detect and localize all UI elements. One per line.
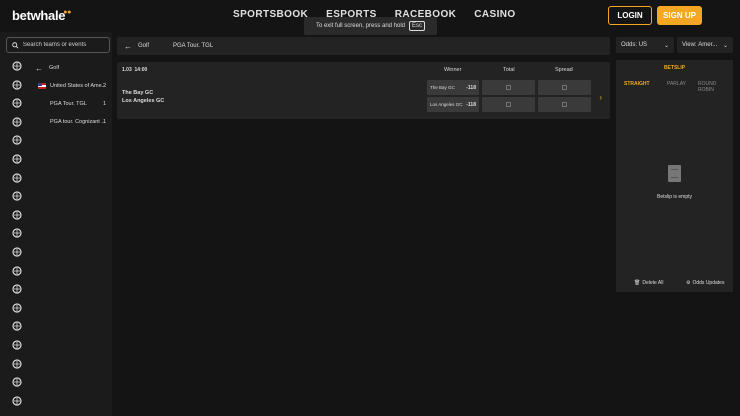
odd-team-label: The Bay GC — [430, 85, 455, 90]
sidebar-back-label: Golf — [49, 65, 60, 71]
cycling-icon[interactable] — [11, 376, 23, 388]
brand-logo[interactable]: betwhale●● — [12, 8, 73, 23]
esc-key-badge: Esc — [409, 21, 426, 31]
cricket-icon[interactable] — [11, 265, 23, 277]
event-date: 1.03 — [122, 67, 132, 73]
column-header-winner: Winner — [444, 67, 462, 73]
gear-icon: ⚙ — [686, 280, 691, 286]
chevron-down-icon: ⌄ — [663, 42, 669, 49]
total-odd-home-locked[interactable] — [482, 80, 535, 95]
lock-icon — [562, 85, 567, 90]
sidebar-item-label: United States of Ame... — [50, 83, 107, 89]
nav-sportsbook[interactable]: SPORTSBOOK — [233, 9, 308, 20]
league-header: ← Golf PGA Tour. TGL — [117, 37, 610, 55]
fullscreen-notice-text: To exit full screen, press and hold — [315, 23, 406, 29]
fullscreen-notice: To exit full screen, press and hold Esc — [304, 17, 437, 35]
total-odd-away-locked[interactable] — [482, 97, 535, 112]
column-header-spread: Spread — [555, 67, 573, 73]
volleyball-icon[interactable] — [11, 190, 23, 202]
event-time: 14:00 — [134, 67, 148, 73]
athletics-icon[interactable] — [11, 339, 23, 351]
betslip-empty-text: Betslip is empty — [656, 194, 692, 200]
odds-format-value: US — [638, 42, 648, 48]
login-button[interactable]: LOGIN — [608, 6, 652, 25]
nav-casino[interactable]: CASINO — [474, 9, 515, 20]
tennis-icon[interactable] — [11, 116, 23, 128]
sidebar-back-golf[interactable]: ← Golf — [28, 61, 110, 75]
sidebar-item-count: 1 — [102, 119, 106, 125]
event-card: 1.03 14:00 Winner Total Spread The Bay G… — [117, 62, 610, 119]
lock-icon — [506, 102, 511, 107]
soccer-icon[interactable] — [11, 79, 23, 91]
sidebar-item-count: 1 — [102, 101, 106, 107]
lock-icon — [562, 102, 567, 107]
us-flag-icon — [38, 83, 46, 89]
basketball-icon[interactable] — [11, 97, 23, 109]
mma-icon[interactable] — [11, 227, 23, 239]
betslip-title: BETSLIP — [663, 65, 686, 71]
winner-odd-away[interactable]: Los Angeles GC -118 — [427, 97, 479, 112]
trophy-icon[interactable] — [11, 302, 23, 314]
search-box[interactable] — [6, 37, 110, 53]
odds-format-label: Odds: — [621, 42, 638, 48]
tab-parlay[interactable]: PARLAY — [667, 81, 686, 87]
odd-price: -118 — [466, 101, 476, 108]
tab-round-robin[interactable]: ROUND ROBIN — [698, 81, 733, 93]
page: betwhale●● SPORTSBOOK ESPORTS RACEBOOK C… — [0, 0, 740, 416]
lock-icon — [506, 85, 511, 90]
column-header-total: Total — [503, 67, 515, 73]
delete-all-button[interactable]: 🗑 Delete All — [634, 280, 663, 286]
sidebar-item-league[interactable]: PGA Tour. TGL 1 — [28, 97, 110, 111]
league-title: PGA Tour. TGL — [173, 43, 214, 49]
esports-icon[interactable] — [11, 358, 23, 370]
odd-team-label: Los Angeles GC — [430, 102, 463, 107]
sidebar-item-label: PGA tour. Cognizant ... — [50, 119, 106, 125]
odds-updates-button[interactable]: ⚙ Odds Updates — [686, 280, 724, 286]
football-icon[interactable] — [11, 60, 23, 72]
delete-all-label: Delete All — [642, 280, 664, 286]
darts-icon[interactable] — [11, 395, 23, 407]
rugby-icon[interactable] — [11, 246, 23, 258]
search-icon — [12, 41, 19, 49]
sidebar-item-count: 2 — [102, 83, 106, 89]
winner-odd-home[interactable]: The Bay GC -118 — [427, 80, 479, 95]
team-away[interactable]: Los Angeles GC — [122, 98, 164, 104]
sports-sidebar: ← Golf United States of Ame... 2 PGA Tou… — [0, 32, 112, 416]
odd-price: -118 — [466, 84, 476, 91]
trash-icon: 🗑 — [634, 280, 641, 286]
odds-updates-label: Odds Updates — [692, 280, 725, 286]
view-select[interactable]: View: Amer... ⌄ — [677, 37, 733, 53]
boxing-icon[interactable] — [11, 209, 23, 221]
back-arrow-icon: ← — [35, 63, 43, 73]
chevron-down-icon: ⌄ — [722, 42, 728, 49]
tab-straight[interactable]: STRAIGHT — [624, 81, 650, 87]
chevron-right-icon[interactable]: › — [599, 93, 602, 102]
hockey-icon[interactable] — [11, 153, 23, 165]
search-input[interactable] — [22, 42, 109, 48]
spread-odd-home-locked[interactable] — [538, 80, 591, 95]
golf-icon[interactable] — [11, 172, 23, 184]
view-value: Amer... — [698, 42, 718, 48]
table-tennis-icon[interactable] — [11, 283, 23, 295]
back-arrow-icon[interactable]: ← — [124, 42, 132, 51]
signup-button[interactable]: SIGN UP — [657, 6, 702, 25]
view-label: View: — [682, 42, 697, 48]
team-home[interactable]: The Bay GC — [122, 90, 153, 96]
sidebar-item-league[interactable]: PGA tour. Cognizant ... 1 — [28, 115, 110, 129]
receipt-icon — [668, 165, 681, 182]
racing-icon[interactable] — [11, 320, 23, 332]
event-datetime: 1.03 14:00 — [122, 67, 147, 73]
odds-format-select[interactable]: Odds: US ⌄ — [616, 37, 674, 53]
betslip-panel: BETSLIP STRAIGHT PARLAY ROUND ROBIN Bets… — [616, 60, 733, 292]
sidebar-item-label: PGA Tour. TGL — [50, 101, 87, 107]
baseball-icon[interactable] — [11, 134, 23, 146]
sidebar-item-country[interactable]: United States of Ame... 2 — [28, 79, 110, 93]
spread-odd-away-locked[interactable] — [538, 97, 591, 112]
breadcrumb[interactable]: Golf — [138, 43, 149, 49]
